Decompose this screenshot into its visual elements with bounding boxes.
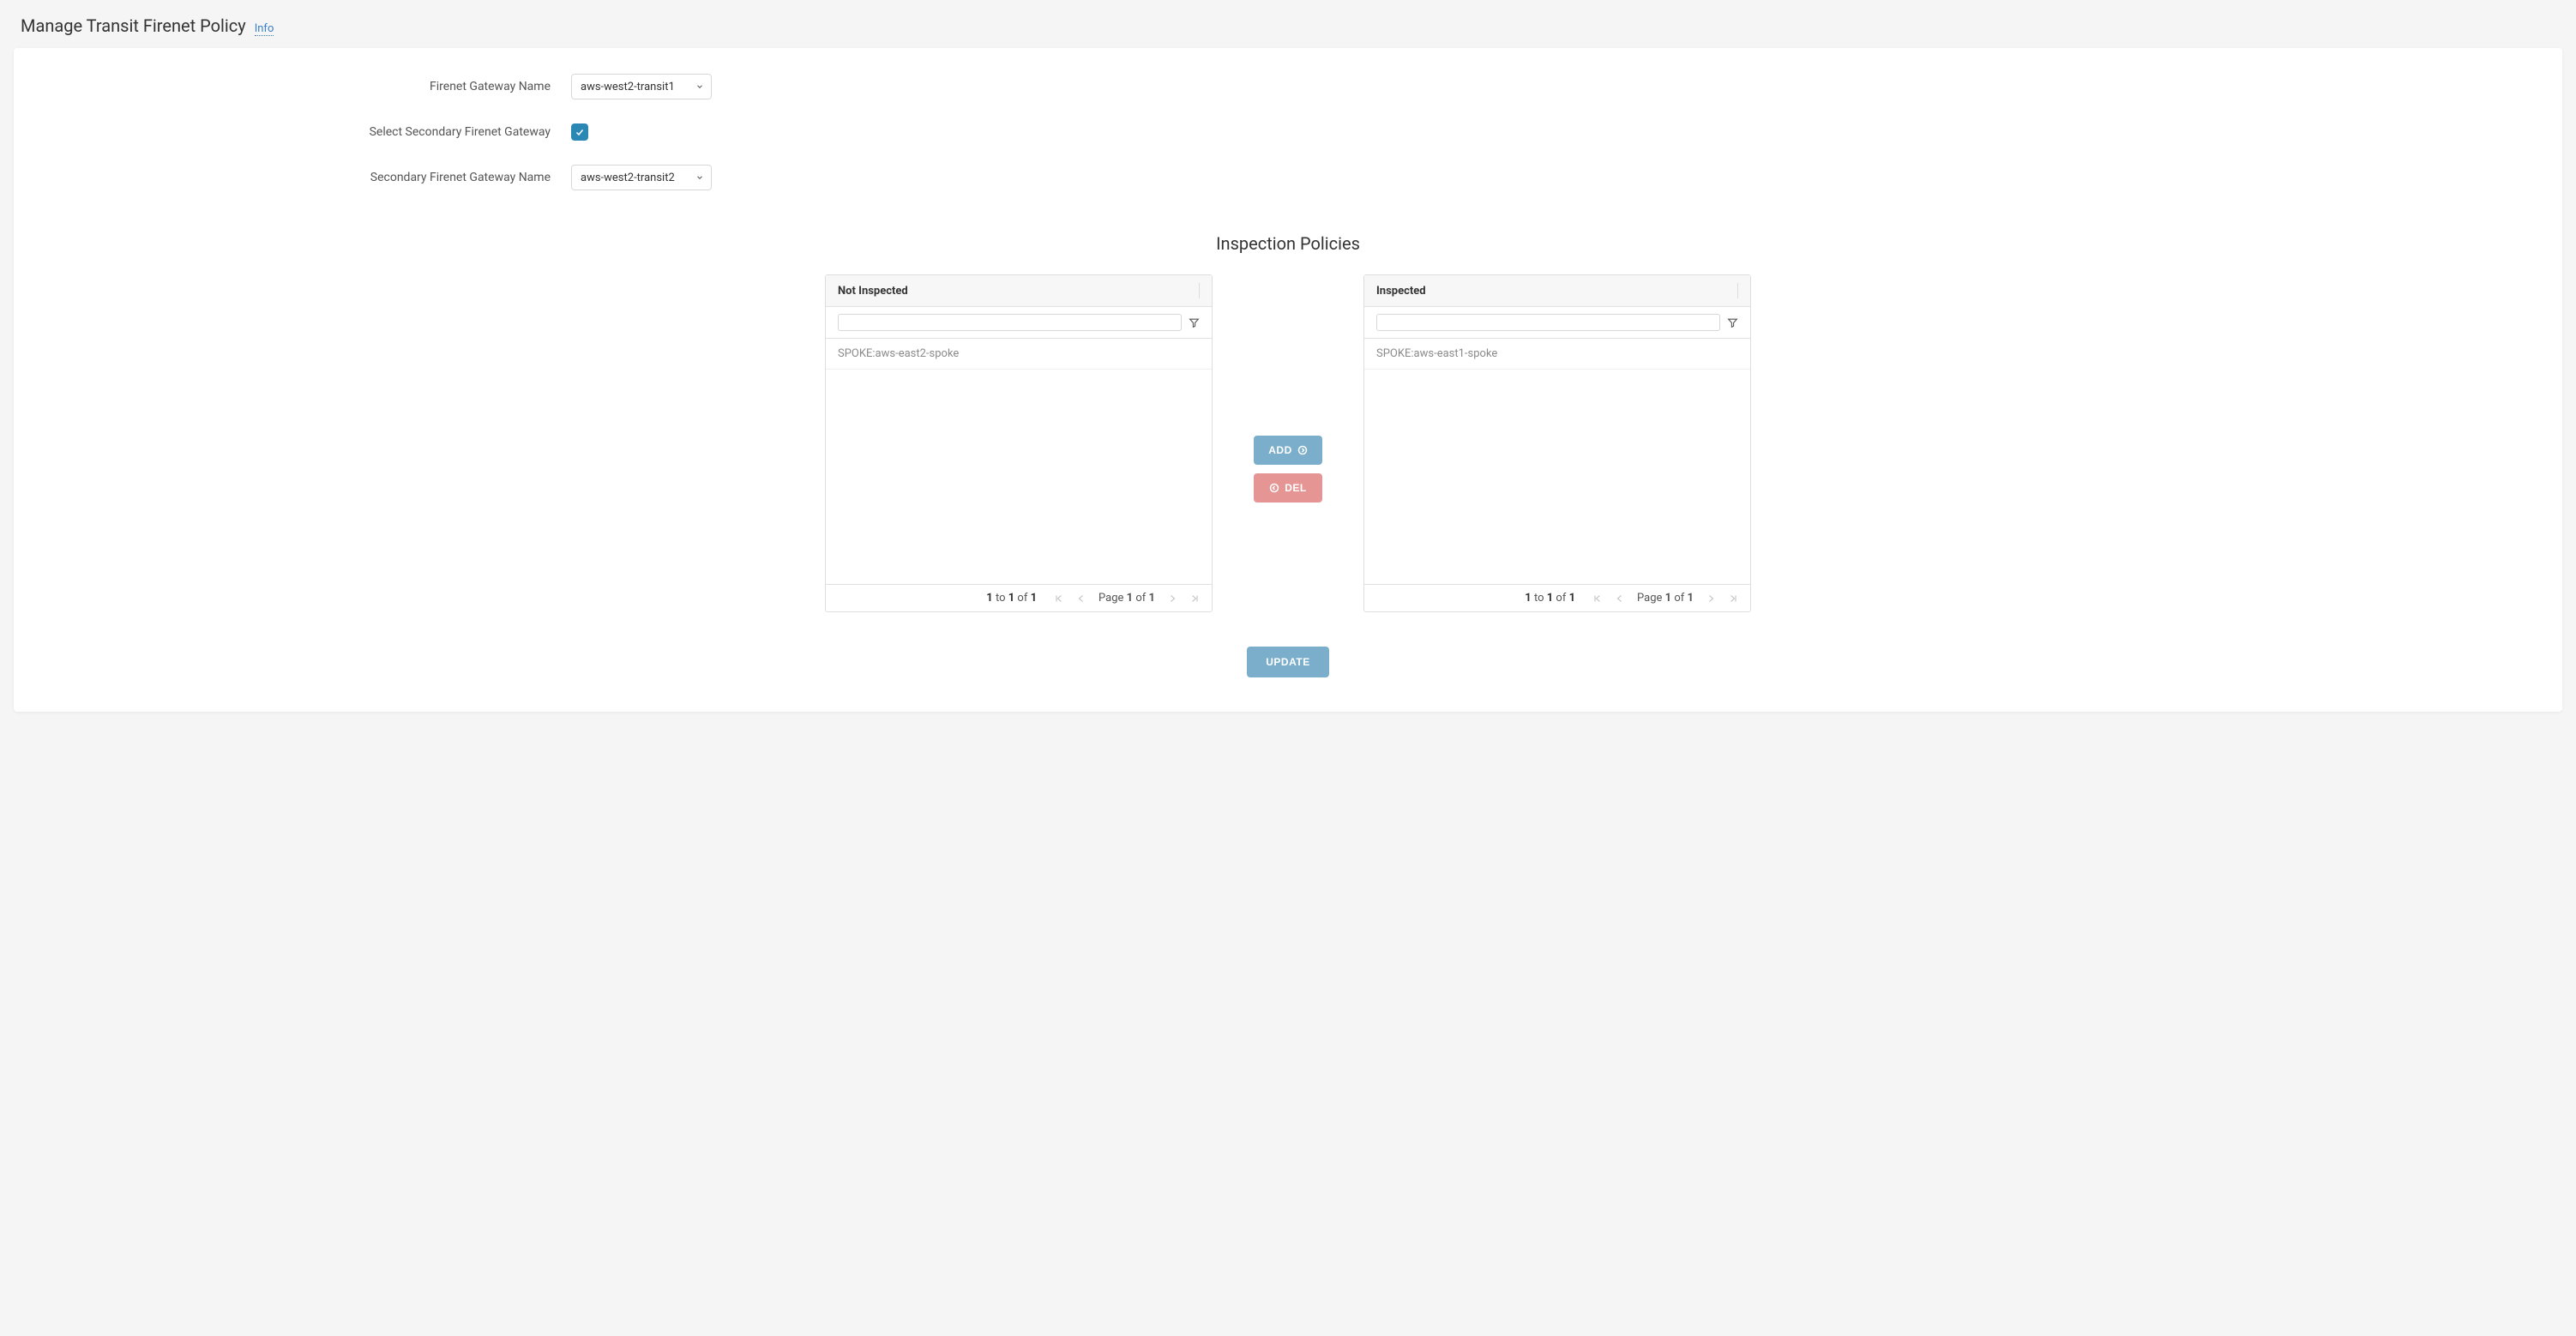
pager-summary: 1 to 1 of 1 xyxy=(986,592,1037,605)
filter-row-not-inspected xyxy=(826,307,1212,339)
filter-input-inspected[interactable] xyxy=(1376,314,1720,331)
form-section: Firenet Gateway Name aws-west2-transit1 … xyxy=(31,74,2545,190)
info-link[interactable]: Info xyxy=(255,22,274,36)
pager-controls: Page 1 of 1 xyxy=(1054,592,1200,605)
policies-container: Not Inspected SPOKE:aws-east2-spoke 1 to… xyxy=(31,274,2545,612)
panel-header-label: Inspected xyxy=(1376,285,1426,298)
pager-page-total: 1 xyxy=(1688,592,1694,605)
check-icon xyxy=(575,127,585,137)
update-button[interactable]: UPDATE xyxy=(1247,647,1328,677)
pager-first-icon[interactable] xyxy=(1054,593,1064,604)
pager-from: 1 xyxy=(1525,592,1531,605)
pager-next-icon[interactable] xyxy=(1167,593,1177,604)
pager-from: 1 xyxy=(986,592,992,605)
pager-page-prefix: Page xyxy=(1098,592,1127,605)
pager-total: 1 xyxy=(1031,592,1037,605)
label-firenet-gateway: Firenet Gateway Name xyxy=(31,80,571,93)
pager-controls: Page 1 of 1 xyxy=(1592,592,1738,605)
header-divider xyxy=(1737,283,1738,298)
panel-header-not-inspected: Not Inspected xyxy=(826,275,1212,307)
add-button[interactable]: ADD xyxy=(1254,436,1322,465)
label-secondary-gateway: Secondary Firenet Gateway Name xyxy=(31,171,571,184)
select-secondary-gateway-value: aws-west2-transit2 xyxy=(571,165,712,190)
grid-footer-not-inspected: 1 to 1 of 1 Page 1 of 1 xyxy=(826,584,1212,611)
funnel-icon[interactable] xyxy=(1189,317,1200,328)
pager-summary: 1 to 1 of 1 xyxy=(1525,592,1575,605)
select-firenet-gateway-value: aws-west2-transit1 xyxy=(571,74,712,99)
pager-page-of: of xyxy=(1133,592,1148,605)
pager-last-icon[interactable] xyxy=(1728,593,1738,604)
pager-first-icon[interactable] xyxy=(1592,593,1603,604)
select-secondary-gateway[interactable]: aws-west2-transit2 xyxy=(571,165,712,190)
panel-header-inspected: Inspected xyxy=(1364,275,1750,307)
label-select-secondary: Select Secondary Firenet Gateway xyxy=(31,125,571,139)
header-divider xyxy=(1199,283,1200,298)
pager-of-label: of xyxy=(1014,592,1030,605)
transfer-actions: ADD DEL xyxy=(1254,274,1322,612)
update-wrap: UPDATE xyxy=(31,647,2545,677)
pager-to-label: to xyxy=(993,592,1008,605)
funnel-icon[interactable] xyxy=(1727,317,1738,328)
filter-row-inspected xyxy=(1364,307,1750,339)
row-secondary-gateway: Secondary Firenet Gateway Name aws-west2… xyxy=(31,165,2545,190)
row-select-secondary: Select Secondary Firenet Gateway xyxy=(31,123,2545,141)
page-title: Manage Transit Firenet Policy xyxy=(21,15,246,36)
filter-input-not-inspected[interactable] xyxy=(838,314,1182,331)
pager-page-prefix: Page xyxy=(1637,592,1665,605)
del-button-label: DEL xyxy=(1285,482,1307,494)
policy-card: Firenet Gateway Name aws-west2-transit1 … xyxy=(14,48,2562,712)
grid-body-not-inspected: SPOKE:aws-east2-spoke xyxy=(826,339,1212,584)
pager-page: Page 1 of 1 xyxy=(1098,592,1155,605)
inspection-policies-title: Inspection Policies xyxy=(31,233,2545,254)
pager-prev-icon[interactable] xyxy=(1076,593,1086,604)
del-button[interactable]: DEL xyxy=(1254,473,1322,503)
panel-header-label: Not Inspected xyxy=(838,285,908,298)
checkbox-select-secondary[interactable] xyxy=(571,123,588,141)
list-item[interactable]: SPOKE:aws-east1-spoke xyxy=(1364,339,1750,370)
pager-last-icon[interactable] xyxy=(1189,593,1200,604)
panel-inspected: Inspected SPOKE:aws-east1-spoke 1 to 1 o… xyxy=(1363,274,1751,612)
pager-page-of: of xyxy=(1671,592,1687,605)
add-button-label: ADD xyxy=(1268,444,1292,456)
pager-to-label: to xyxy=(1532,592,1547,605)
list-item[interactable]: SPOKE:aws-east2-spoke xyxy=(826,339,1212,370)
select-firenet-gateway[interactable]: aws-west2-transit1 xyxy=(571,74,712,99)
grid-footer-inspected: 1 to 1 of 1 Page 1 of 1 xyxy=(1364,584,1750,611)
page-header: Manage Transit Firenet Policy Info xyxy=(0,0,2576,48)
grid-body-inspected: SPOKE:aws-east1-spoke xyxy=(1364,339,1750,584)
panel-not-inspected: Not Inspected SPOKE:aws-east2-spoke 1 to… xyxy=(825,274,1213,612)
pager-of-label: of xyxy=(1553,592,1568,605)
pager-prev-icon[interactable] xyxy=(1615,593,1625,604)
pager-page-total: 1 xyxy=(1149,592,1155,605)
arrow-right-circle-icon xyxy=(1297,445,1308,455)
arrow-left-circle-icon xyxy=(1269,483,1279,493)
pager-page: Page 1 of 1 xyxy=(1637,592,1694,605)
pager-next-icon[interactable] xyxy=(1706,593,1716,604)
row-firenet-gateway: Firenet Gateway Name aws-west2-transit1 xyxy=(31,74,2545,99)
pager-total: 1 xyxy=(1569,592,1575,605)
